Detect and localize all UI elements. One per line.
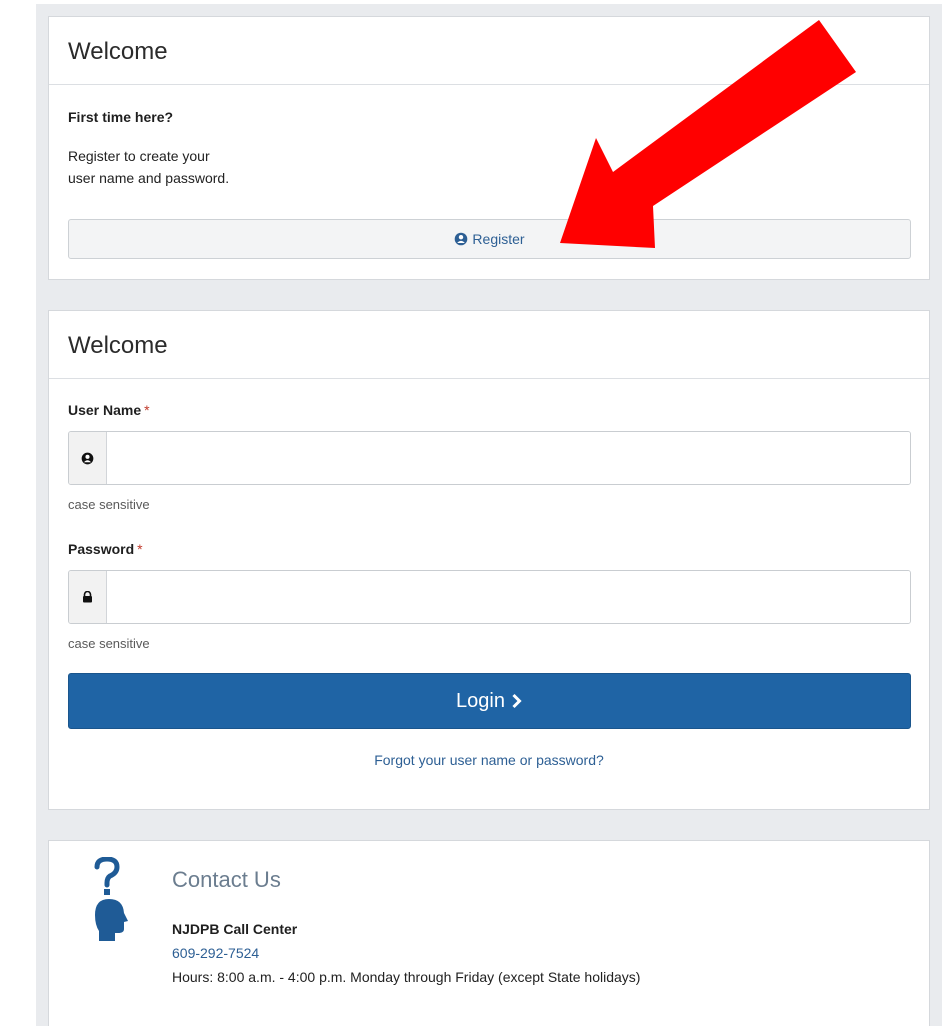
required-marker: * <box>137 541 143 557</box>
password-input[interactable] <box>107 571 910 623</box>
login-button[interactable]: Login <box>68 673 911 729</box>
phone-link[interactable]: 609-292-7524 <box>172 945 259 961</box>
hours-text: Hours: 8:00 a.m. - 4:00 p.m. Monday thro… <box>172 969 641 985</box>
login-panel-title: Welcome <box>49 311 929 379</box>
password-label-text: Password <box>68 541 135 557</box>
required-marker: * <box>144 402 150 418</box>
password-hint: case sensitive <box>68 636 150 651</box>
user-icon <box>454 232 468 246</box>
red-arrow-annotation <box>560 20 856 248</box>
username-addon <box>69 432 107 484</box>
lock-icon <box>82 591 93 603</box>
user-icon <box>81 452 94 465</box>
username-label-text: User Name <box>68 402 142 418</box>
username-hint: case sensitive <box>68 497 150 512</box>
username-field <box>68 431 911 485</box>
first-time-heading: First time here? <box>68 109 174 125</box>
contact-panel: Contact Us NJDPB Call Center 609-292-752… <box>48 840 930 1026</box>
login-button-label: Login <box>456 689 505 712</box>
login-panel: Welcome User Name * case sensitive Passwo… <box>48 310 930 810</box>
username-label: User Name * <box>68 402 150 418</box>
password-addon <box>69 571 107 623</box>
register-description-line1: Register to create your <box>68 148 210 164</box>
register-button-label: Register <box>472 231 525 247</box>
register-description-line2: user name and password. <box>68 170 230 186</box>
password-label: Password * <box>68 541 143 557</box>
help-head-icon <box>87 857 131 943</box>
call-center-name: NJDPB Call Center <box>172 921 298 937</box>
chevron-right-icon <box>511 693 523 709</box>
contact-title: Contact Us <box>172 867 281 892</box>
username-input[interactable] <box>107 432 910 484</box>
register-description: Register to create your user name and pa… <box>68 145 229 189</box>
forgot-credentials-link[interactable]: Forgot your user name or password? <box>49 752 929 768</box>
password-field <box>68 570 911 624</box>
